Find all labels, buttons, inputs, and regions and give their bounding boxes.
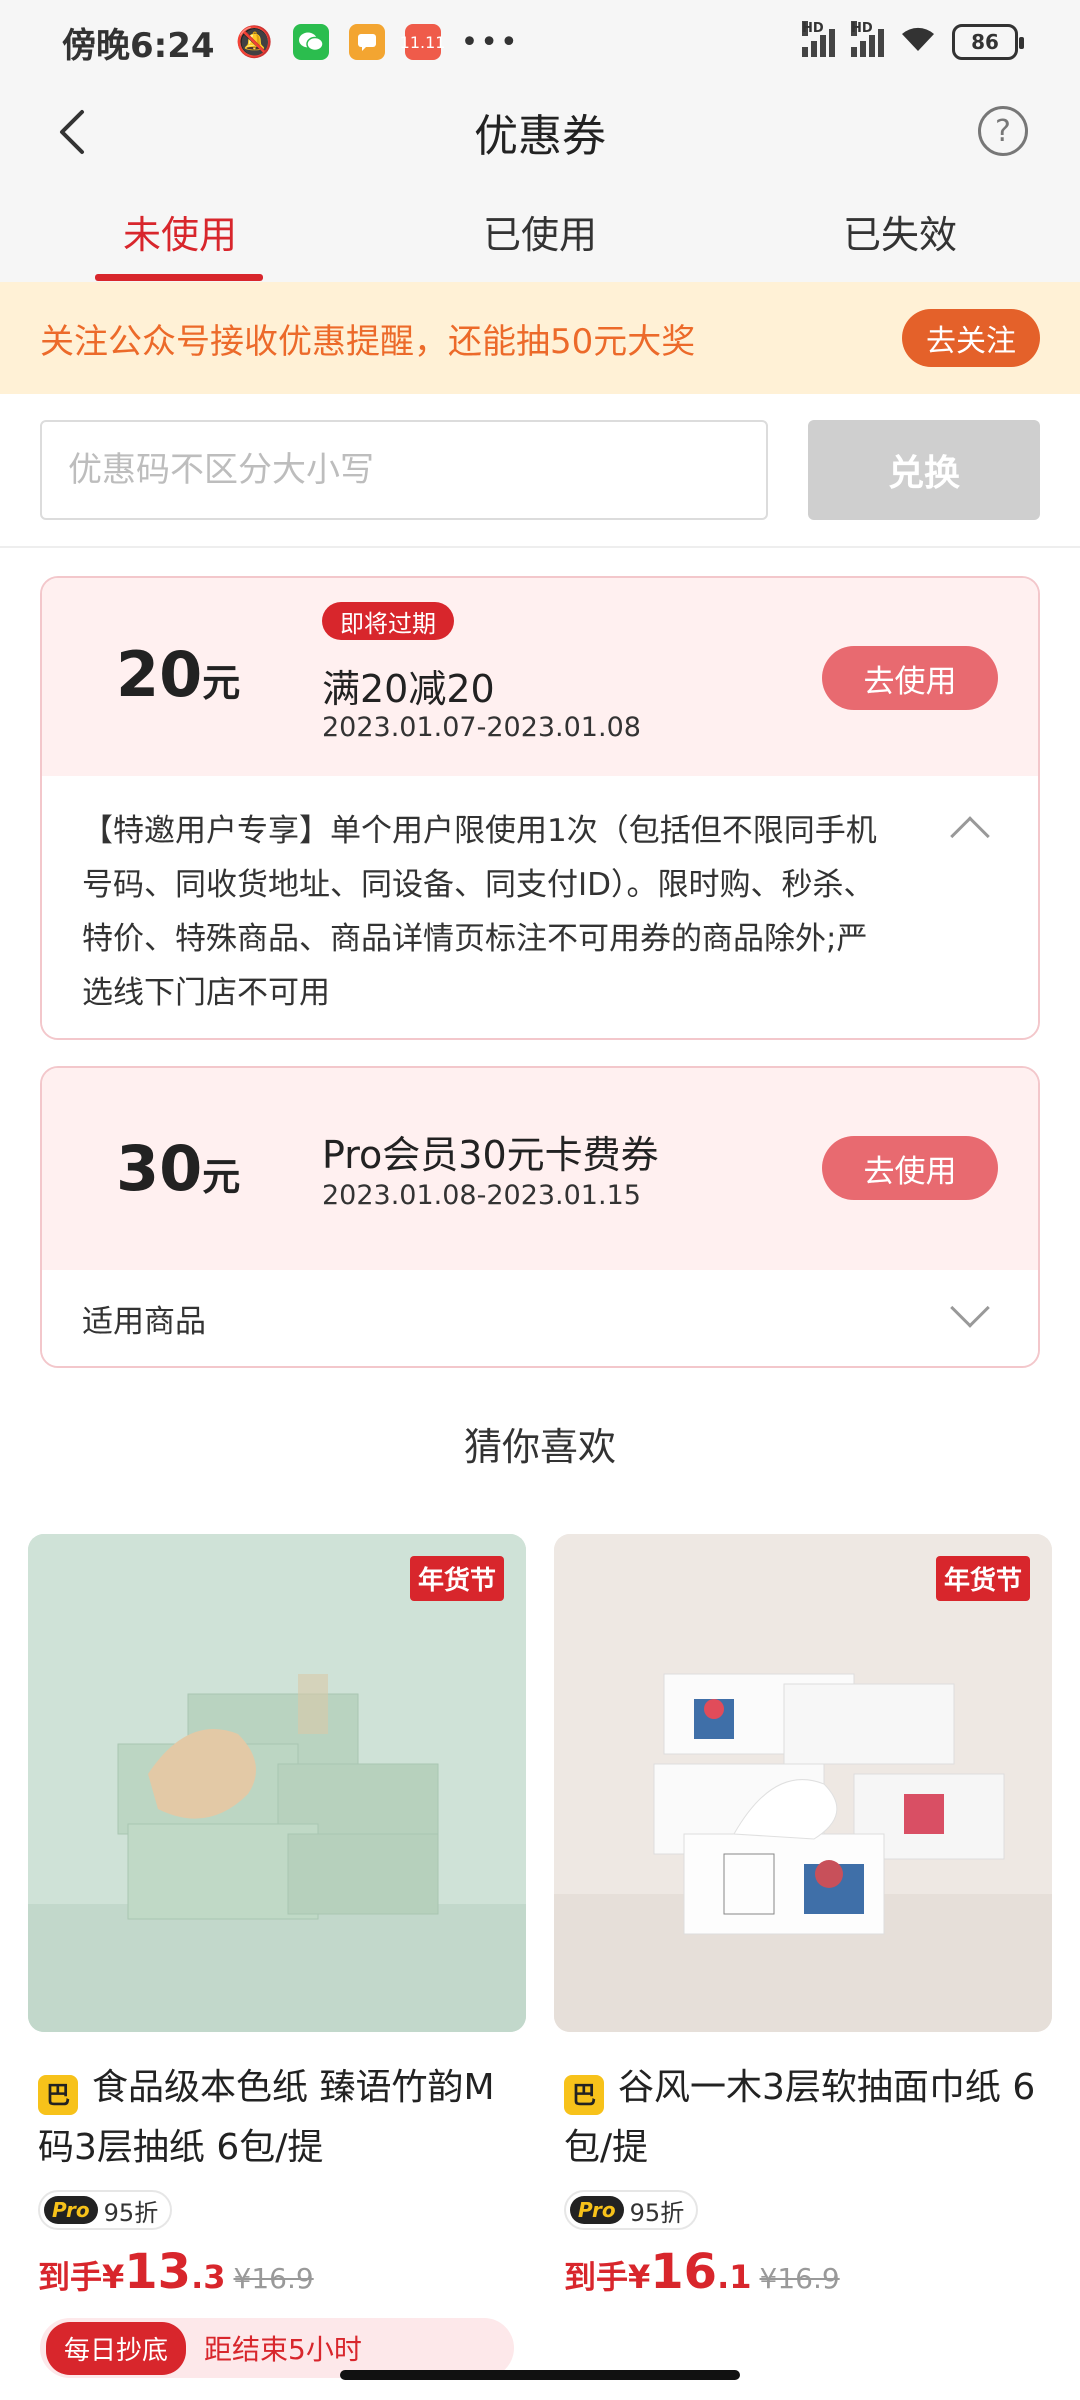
- banner-text: 关注公众号接收优惠提醒，还能抽50元大奖: [40, 321, 696, 362]
- coupon-amount-value: 30: [116, 1132, 203, 1205]
- product-title: 谷风一木3层软抽面巾纸 6包/提: [564, 2067, 1036, 2168]
- question-mark-icon: ?: [995, 113, 1011, 149]
- coupon-header: 20元 即将过期 满20减20 2023.01.07-2023.01.08 去使…: [42, 578, 1038, 776]
- status-bar: 傍晚6:24 🔕 11.11 ••• HD HD 86: [0, 0, 1080, 84]
- coupon-header: 30元 Pro会员30元卡费券 2023.01.08-2023.01.15 去使…: [42, 1068, 1038, 1270]
- shopping-app-icon: 11.11: [400, 24, 445, 60]
- follow-button[interactable]: 去关注: [902, 309, 1040, 367]
- price-decimal: .1: [717, 2258, 752, 2296]
- coupon-amount-unit: 元: [202, 1155, 241, 1199]
- pro-discount-tag: Pro 95折: [564, 2190, 699, 2230]
- coupon-rules-text: 【特邀用户专享】单个用户限使用1次（包括但不限同手机号码、同收货地址、同设备、同…: [82, 813, 877, 1011]
- follow-banner: 关注公众号接收优惠提醒，还能抽50元大奖 去关注: [0, 282, 1080, 394]
- applicable-products-label: 适用商品: [82, 1303, 206, 1340]
- product-image[interactable]: 年货节: [28, 1534, 526, 2032]
- wechat-icon: [292, 24, 329, 60]
- page-title: 优惠券: [474, 111, 606, 162]
- coupon-amount-value: 20: [116, 638, 203, 711]
- festival-tag: 年货节: [935, 1556, 1030, 1601]
- pro-badge: Pro: [570, 2196, 624, 2224]
- coupon-amount: 20元: [116, 638, 240, 711]
- coupon-date: 2023.01.07-2023.01.08: [322, 712, 641, 743]
- home-indicator[interactable]: [340, 2370, 740, 2380]
- price-row: 到手¥ 16 .1 ¥16.9: [564, 2244, 1052, 2300]
- product-name: 巴食品级本色纸 臻语竹韵M码3层抽纸 6包/提: [28, 2058, 526, 2178]
- pro-discount: 95折: [103, 2198, 159, 2227]
- tab-used[interactable]: 已使用: [360, 180, 720, 282]
- countdown-text: 距结束5小时: [204, 2333, 362, 2366]
- coupon-card: 20元 即将过期 满20减20 2023.01.07-2023.01.08 去使…: [40, 576, 1040, 1040]
- brand-icon: 巴: [38, 2075, 78, 2115]
- hd-label-2: HD: [851, 21, 873, 36]
- price-row: 到手¥ 13 .3 ¥16.9: [38, 2244, 526, 2300]
- active-tab-indicator: [95, 274, 263, 281]
- coupon-date: 2023.01.08-2023.01.15: [322, 1180, 641, 1211]
- product-title: 食品级本色纸 臻语竹韵M码3层抽纸 6包/提: [38, 2067, 495, 2168]
- pro-badge: Pro: [44, 2196, 98, 2224]
- pro-discount-tag: Pro 95折: [38, 2190, 173, 2230]
- original-price: ¥16.9: [233, 2262, 314, 2295]
- daily-deal-badge: 每日抄底: [46, 2321, 187, 2375]
- nav-bar: 优惠券 ?: [0, 84, 1080, 180]
- signal-icon-2: HD: [851, 21, 884, 57]
- original-price: ¥16.9: [759, 2262, 840, 2295]
- bell-muted-icon: 🔕: [235, 24, 274, 60]
- coupon-amount-unit: 元: [202, 661, 241, 705]
- redeem-button[interactable]: 兑换: [808, 420, 1040, 520]
- coupon-amount: 30元: [116, 1132, 240, 1205]
- applicable-products-row[interactable]: 适用商品: [42, 1270, 1038, 1366]
- back-arrow-icon: [60, 110, 84, 154]
- coupon-title: Pro会员30元卡费券: [322, 1133, 659, 1177]
- tissue-pack-illustration: [28, 1534, 526, 2032]
- coupon-tabs: 未使用 已使用 已失效: [0, 180, 1080, 282]
- help-button[interactable]: ?: [978, 106, 1028, 156]
- wifi-icon: [900, 23, 936, 61]
- notification-icons: 🔕 11.11 •••: [235, 24, 520, 60]
- status-time: 傍晚6:24: [62, 25, 215, 66]
- signal-icon: HD: [802, 21, 835, 57]
- price-integer: 16: [650, 2244, 718, 2300]
- product-card[interactable]: 年货节 巴谷风一木3层软抽面巾纸 6包/提 Pro 95折 到手¥ 16 .1 …: [554, 1534, 1052, 2300]
- back-button[interactable]: [48, 104, 104, 160]
- coupon-title: 满20减20: [322, 667, 495, 711]
- daily-deal-strip[interactable]: 每日抄底 距结束5小时: [40, 2318, 514, 2378]
- coupon-card: 30元 Pro会员30元卡费券 2023.01.08-2023.01.15 去使…: [40, 1066, 1040, 1368]
- collapse-chevron-icon[interactable]: [950, 816, 990, 856]
- tab-unused[interactable]: 未使用: [0, 180, 360, 282]
- pro-discount: 95折: [629, 2198, 685, 2227]
- brand-icon: 巴: [564, 2075, 604, 2115]
- expand-chevron-icon[interactable]: [950, 1288, 990, 1328]
- recommend-title: 猜你喜欢: [463, 1425, 616, 1469]
- use-coupon-button[interactable]: 去使用: [822, 1136, 998, 1200]
- product-name: 巴谷风一木3层软抽面巾纸 6包/提: [554, 2058, 1052, 2178]
- tissue-pack-illustration: [554, 1534, 1052, 2032]
- coupon-code-input[interactable]: [40, 420, 768, 520]
- system-icons: HD HD 86: [802, 21, 1024, 61]
- message-icon: [348, 24, 385, 60]
- hd-label: HD: [802, 21, 824, 36]
- more-notifications-icon: •••: [460, 24, 520, 60]
- price-label: 到手¥: [564, 2258, 651, 2296]
- expiring-badge: 即将过期: [322, 602, 454, 640]
- price-integer: 13: [124, 2244, 192, 2300]
- product-image[interactable]: 年货节: [554, 1534, 1052, 2032]
- tab-expired[interactable]: 已失效: [720, 180, 1080, 282]
- use-coupon-button[interactable]: 去使用: [822, 646, 998, 710]
- redeem-section: 兑换: [0, 394, 1080, 548]
- coupon-description: 【特邀用户专享】单个用户限使用1次（包括但不限同手机号码、同收货地址、同设备、同…: [42, 776, 1038, 1038]
- price-label: 到手¥: [38, 2258, 125, 2296]
- product-card[interactable]: 年货节 巴食品级本色纸 臻语竹韵M码3层抽纸 6包/提 Pro 95折 到手¥ …: [28, 1534, 526, 2300]
- price-decimal: .3: [191, 2258, 226, 2296]
- festival-tag: 年货节: [409, 1556, 504, 1601]
- battery-icon: 86: [952, 24, 1024, 60]
